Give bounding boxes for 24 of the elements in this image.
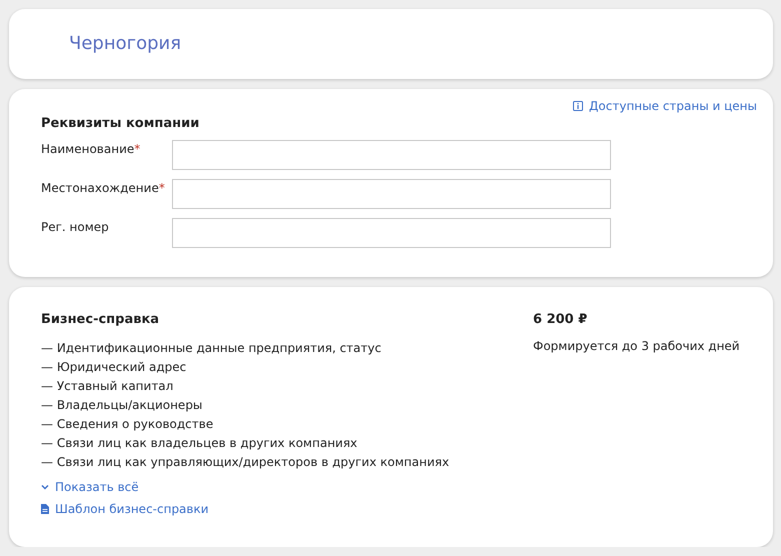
list-item: — Идентификационные данные предприятия, статус bbox=[41, 340, 382, 357]
list-item: — Уставный капитал bbox=[41, 378, 174, 395]
show-all-link[interactable]: Показать всё bbox=[41, 476, 139, 498]
list-item: — Связи лиц как управляющих/директоров в других компаниях bbox=[41, 454, 450, 471]
template-link[interactable]: Шаблон бизнес-справки bbox=[41, 498, 209, 520]
chevron-icon bbox=[41, 484, 49, 490]
price: 6 200 ₽ bbox=[533, 312, 588, 327]
field-label: Местонахождение* bbox=[41, 180, 166, 195]
input-field[interactable] bbox=[172, 140, 611, 170]
country-title: Черногория bbox=[69, 33, 182, 54]
section-title: Бизнес-справка bbox=[41, 312, 160, 327]
input-field[interactable] bbox=[172, 218, 611, 248]
input-field[interactable] bbox=[172, 178, 611, 209]
info-icon bbox=[573, 100, 584, 111]
term-text: Формируется до 3 рабочих дней bbox=[533, 338, 741, 353]
countries-prices-link[interactable]: Доступные страны и цены bbox=[573, 98, 757, 113]
list-item: — Владельцы/акционеры bbox=[41, 396, 204, 414]
section-title: Реквизиты компании bbox=[41, 116, 200, 131]
field-label: Рег. номер bbox=[41, 218, 110, 234]
list-item: — Сведения о руководстве bbox=[41, 416, 214, 433]
list-item: — Связи лиц как владельцев в других компаниях bbox=[41, 434, 358, 452]
document-icon bbox=[41, 504, 49, 514]
list-item: — Юридический адрес bbox=[41, 358, 188, 376]
field-label: Наименование* bbox=[41, 140, 142, 156]
